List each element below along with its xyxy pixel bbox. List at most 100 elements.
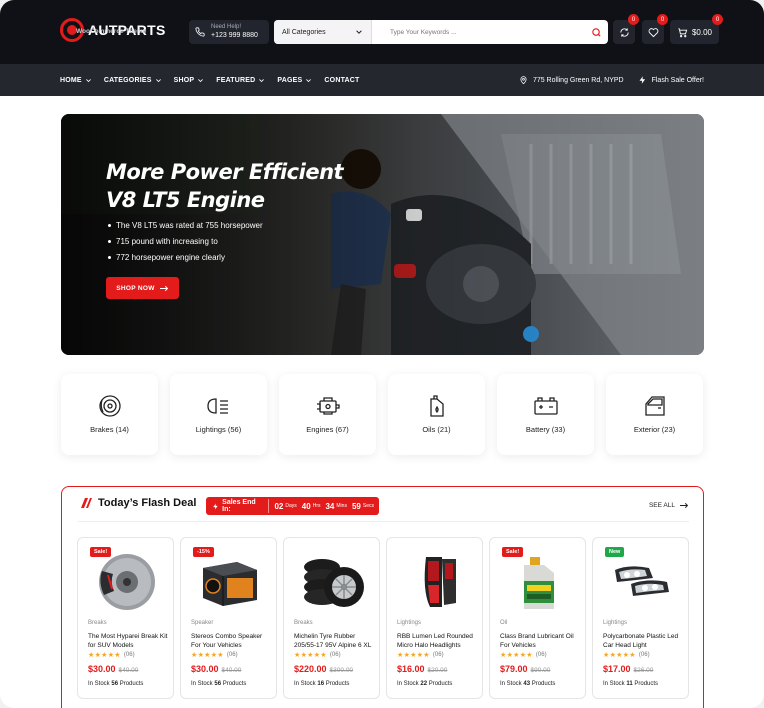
cart-icon (678, 27, 688, 37)
category-card-lightings[interactable]: Lightings (56) (170, 374, 267, 455)
stock-suffix: Products (325, 681, 350, 687)
page: AUTPARTS WooCommerce Theme Need Help! +1… (0, 0, 764, 708)
product-image-tyres[interactable] (300, 553, 366, 611)
product-card[interactable]: New Lightings Polycarbonate Plastic Led … (592, 537, 689, 699)
product-price: $16.00 $20.00 (397, 664, 447, 674)
category-label: Battery (33) (525, 425, 566, 434)
shop-now-button[interactable]: SHOP NOW (106, 277, 179, 299)
product-category: Speaker (191, 620, 214, 626)
product-rating: ★★★★★ (06) (88, 651, 135, 659)
nav-pages[interactable]: PAGES (277, 77, 312, 84)
search-button[interactable] (584, 20, 608, 44)
arrow-right-icon (159, 285, 168, 291)
stock-count: 22 (420, 681, 428, 687)
category-card-brakes[interactable]: Brakes (14) (61, 374, 158, 455)
compare-count-badge: 0 (628, 14, 639, 25)
nav-shop[interactable]: SHOP (174, 77, 205, 84)
help-box[interactable]: Need Help! +123 999 8880 (189, 20, 269, 44)
nav-home-label: HOME (60, 76, 82, 84)
category-select[interactable]: All Categories (274, 20, 372, 44)
cart-button[interactable]: $0.00 0 (670, 14, 723, 44)
see-all-link[interactable]: SEE ALL (649, 502, 689, 509)
countdown-days: 02 (274, 501, 284, 511)
flash-deal-title: Today’s Flash Deal (98, 497, 197, 509)
nav-featured[interactable]: FEATURED (216, 77, 265, 84)
product-rating: ★★★★★ (06) (191, 651, 238, 659)
address-text: 775 Rolling Green Rd, NYPD (532, 76, 624, 84)
stock-suffix: Products (222, 681, 247, 687)
countdown-hours-unit: Hrs (312, 503, 321, 509)
chevron-down-icon (198, 78, 204, 82)
product-image-tail-lights[interactable] (408, 551, 464, 613)
flash-sale-link[interactable]: Flash Sale Offer! (638, 75, 704, 85)
heart-icon (648, 27, 658, 37)
price-old: $40.00 (118, 667, 139, 674)
search-input[interactable] (372, 28, 584, 36)
nav-featured-label: FEATURED (216, 76, 256, 84)
product-image-oil-bottle[interactable] (516, 551, 562, 613)
cart-total: $0.00 (691, 27, 713, 37)
hero-bullet: The V8 LT5 was rated at 755 horsepower (108, 221, 263, 230)
search-bar: All Categories (274, 20, 608, 44)
product-price: $79.00 $90.00 (500, 664, 550, 674)
product-name[interactable]: Polycarbonate Plastic Led Car Head Light (603, 632, 683, 650)
main-nav: HOME CATEGORIES SHOP FEATURED PAGES CONT… (0, 64, 764, 96)
price-current: $16.00 (397, 664, 425, 674)
wishlist-button[interactable]: 0 (642, 14, 668, 44)
stock-suffix: Products (634, 681, 659, 687)
product-image-headlights[interactable] (609, 560, 675, 604)
nav-home[interactable]: HOME (60, 77, 92, 84)
stock-suffix: Products (119, 681, 144, 687)
stock-prefix: In Stock (191, 681, 213, 687)
nav-contact[interactable]: CONTACT (324, 77, 359, 84)
battery-icon (533, 397, 558, 415)
star-rating-icon: ★★★★★ (294, 652, 327, 659)
product-card[interactable]: Lightings RBB Lumen Led Rounded Micro Ha… (386, 537, 483, 699)
nav-contact-label: CONTACT (324, 76, 360, 84)
category-card-battery[interactable]: Battery (33) (497, 374, 594, 455)
top-header: AUTPARTS WooCommerce Theme Need Help! +1… (0, 0, 764, 64)
wishlist-count-badge: 0 (657, 14, 668, 25)
hero-title-line-2: V8 LT5 Engine (106, 188, 265, 212)
location-pin-icon (520, 76, 527, 85)
category-card-engines[interactable]: Engines (67) (279, 374, 376, 455)
review-count: (06) (535, 652, 547, 658)
category-card-exterior[interactable]: Exterior (23) (606, 374, 703, 455)
review-count: (06) (123, 652, 135, 658)
product-image-speaker-box[interactable] (197, 556, 263, 608)
price-old: $26.00 (633, 667, 654, 674)
stock-count: 56 (111, 681, 119, 687)
compare-button[interactable]: 0 (613, 14, 639, 44)
logo[interactable]: AUTPARTS WooCommerce Theme (60, 18, 166, 42)
stock-count: 56 (214, 681, 222, 687)
product-card[interactable]: Sale! Oil Class Brand Lubricant Oil For … (489, 537, 586, 699)
price-current: $220.00 (294, 664, 327, 674)
price-current: $79.00 (500, 664, 528, 674)
product-tag: Sale! (502, 547, 524, 557)
product-stock: In Stock 43 Products (500, 681, 555, 687)
product-card[interactable]: Breaks Michelin Tyre Rubber 205/55-17 95… (283, 537, 380, 699)
product-name[interactable]: The Most Hyparei Break Kit for SUV Model… (88, 632, 168, 650)
product-rating: ★★★★★ (06) (500, 651, 547, 659)
hero-bullets: The V8 LT5 was rated at 755 horsepower 7… (108, 221, 263, 269)
stock-prefix: In Stock (397, 681, 419, 687)
product-name[interactable]: Michelin Tyre Rubber 205/55-17 95V Alpin… (294, 632, 374, 650)
product-name[interactable]: RBB Lumen Led Rounded Micro Halo Headlig… (397, 632, 477, 650)
countdown-seconds-unit: Secs (362, 503, 374, 509)
countdown-seconds: 59 (351, 501, 361, 511)
product-rating: ★★★★★ (06) (603, 651, 650, 659)
countdown-minutes-unit: Mins (336, 503, 347, 509)
product-card[interactable]: Sale! Breaks The Most Hyparei Break Kit … (77, 537, 174, 699)
category-label: Engines (67) (306, 425, 349, 434)
product-stock: In Stock 22 Products (397, 681, 452, 687)
product-card[interactable]: -15% Speaker Stereos Combo Speaker For Y… (180, 537, 277, 699)
nav-categories[interactable]: CATEGORIES (104, 77, 162, 84)
star-rating-icon: ★★★★★ (603, 652, 636, 659)
product-name[interactable]: Class Brand Lubricant Oil For Vehicles (500, 632, 580, 650)
product-name[interactable]: Stereos Combo Speaker For Your Vehicles (191, 632, 271, 650)
product-image-brake-disc[interactable] (96, 551, 158, 613)
store-address[interactable]: 775 Rolling Green Rd, NYPD (519, 75, 624, 85)
help-phone: +123 999 8880 (211, 32, 258, 39)
category-card-oils[interactable]: Oils (21) (388, 374, 485, 455)
refresh-icon (619, 27, 629, 37)
